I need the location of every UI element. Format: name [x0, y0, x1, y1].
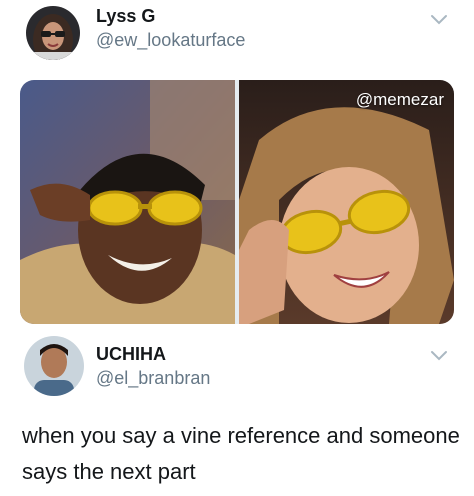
user-handle[interactable]: @ew_lookaturface: [96, 30, 245, 51]
chevron-down-icon[interactable]: [430, 350, 448, 362]
tweet-text: when you say a vine reference and someon…: [22, 423, 460, 484]
tweet-media-grid[interactable]: @memezar: [20, 80, 454, 324]
chevron-down-icon[interactable]: [430, 14, 448, 26]
avatar[interactable]: [24, 336, 84, 396]
avatar[interactable]: [26, 6, 80, 60]
media-image-left[interactable]: [20, 80, 235, 324]
watermark-text: @memezar: [355, 90, 444, 109]
user-handle[interactable]: @el_branbran: [96, 368, 210, 389]
media-image-right[interactable]: @memezar: [239, 80, 454, 324]
tweet-header-lyss: Lyss G @ew_lookaturface: [0, 0, 474, 72]
tweet-header-uchiha: UCHIHA @el_branbran: [0, 332, 474, 404]
display-name[interactable]: Lyss G: [96, 6, 155, 27]
display-name[interactable]: UCHIHA: [96, 344, 166, 365]
